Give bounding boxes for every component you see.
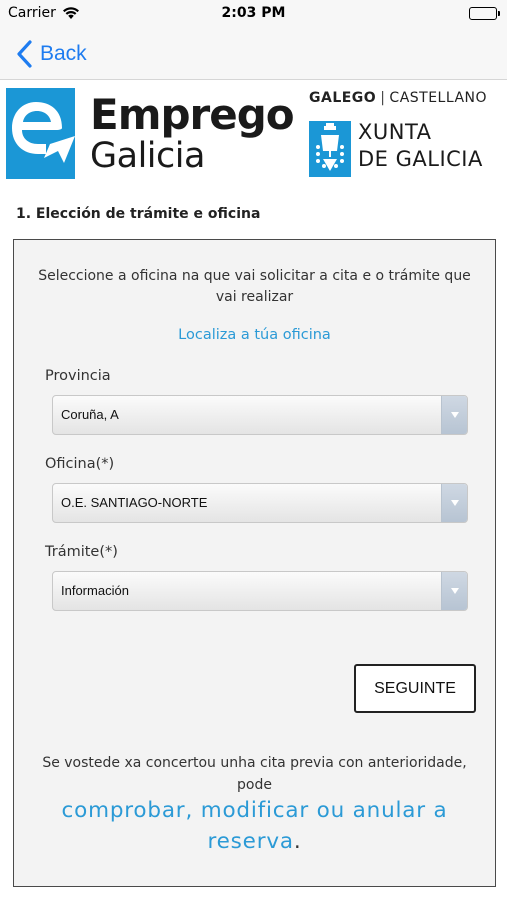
back-label: Back [40, 42, 87, 65]
procedure-value: Información [61, 583, 129, 598]
battery-tip [498, 11, 500, 16]
appointment-form-panel: Seleccione a oficina na que vai solicita… [13, 239, 496, 887]
battery-icon [469, 7, 500, 20]
province-label: Provincia [45, 368, 111, 384]
section-title: 1. Elección de trámite e oficina [16, 206, 261, 222]
office-select[interactable]: O.E. SANTIAGO-NORTE [52, 483, 468, 523]
province-value: Coruña, A [61, 407, 119, 422]
locate-office-link[interactable]: Localiza a túa oficina [14, 327, 495, 343]
navigation-bar: Back [0, 28, 507, 80]
existing-appointment-note: Se vostede xa concertou unha cita previa… [42, 755, 467, 793]
back-button[interactable]: Back [14, 38, 87, 70]
next-button[interactable]: SEGUINTE [354, 664, 476, 713]
xunta-line2: DE GALICIA [358, 147, 483, 171]
procedure-label: Trámite(*) [45, 544, 118, 560]
app-header: Emprego Galicia GALEGO | CASTELLANO XUNT… [0, 80, 507, 192]
intro-text: Seleccione a oficina na que vai solicita… [38, 268, 471, 305]
xunta-line1: XUNTA [358, 120, 432, 144]
procedure-select[interactable]: Información [52, 571, 468, 611]
status-bar: Carrier 2:03 PM [0, 0, 507, 28]
dropdown-arrow-icon [441, 396, 467, 434]
office-label: Oficina(*) [45, 456, 115, 472]
chevron-left-icon [17, 40, 32, 68]
xunta-crest-icon [309, 121, 351, 177]
language-galego-link[interactable]: GALEGO [309, 90, 376, 106]
language-separator: | [380, 90, 386, 106]
emprego-galicia-logo [6, 88, 75, 179]
office-value: O.E. SANTIAGO-NORTE [61, 495, 208, 510]
province-select[interactable]: Coruña, A [52, 395, 468, 435]
brand-line2: Galicia [90, 136, 205, 176]
language-castellano-link[interactable]: CASTELLANO [389, 90, 487, 106]
manage-period: . [293, 829, 302, 854]
manage-reservation-text: comprobar, modificar ou anular a reserva… [26, 795, 483, 857]
manage-reservation-link[interactable]: comprobar, modificar ou anular a reserva [62, 798, 448, 854]
clock-time: 2:03 PM [221, 5, 286, 21]
dropdown-arrow-icon [441, 572, 467, 610]
dropdown-arrow-icon [441, 484, 467, 522]
language-switcher: GALEGO | CASTELLANO [309, 90, 487, 106]
brand-line1: Emprego [90, 90, 295, 139]
